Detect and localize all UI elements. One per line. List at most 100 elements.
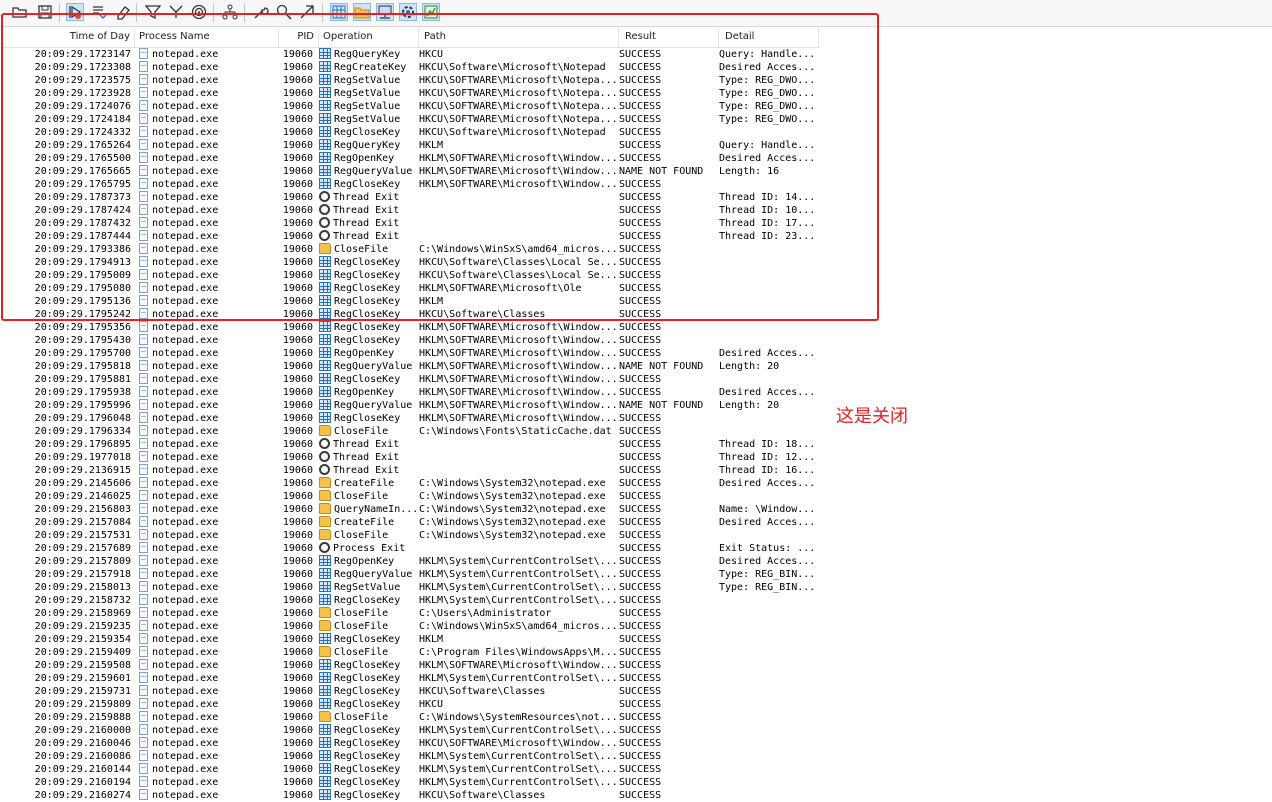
table-row[interactable]: 20:09:29.1795938 notepad.exe 19060 RegOpenK… [0, 386, 820, 399]
cell-result-text: SUCCESS [619, 205, 662, 216]
cell-result: NAME NOT FOUND [619, 165, 715, 178]
table-row[interactable]: 20:09:29.1795080 notepad.exe 19060 RegClose… [0, 282, 820, 295]
table-row[interactable]: 20:09:29.2160194 notepad.exe 19060 RegClose… [0, 776, 820, 789]
table-row[interactable]: 20:09:29.1723308 notepad.exe 19060 RegCreat… [0, 61, 820, 74]
notepad-process-icon [139, 152, 148, 163]
find-icon[interactable] [275, 3, 293, 21]
table-row[interactable]: 20:09:29.2159354 notepad.exe 19060 RegClose… [0, 633, 820, 646]
column-header-path[interactable]: Path [419, 27, 619, 47]
highlight-icon[interactable] [167, 3, 185, 21]
capture-icon[interactable] [66, 3, 84, 21]
table-row[interactable]: 20:09:29.1765264 notepad.exe 19060 RegQuery… [0, 139, 820, 152]
table-row[interactable]: 20:09:29.1765795 notepad.exe 19060 RegClose… [0, 178, 820, 191]
cell-operation-text: CloseFile [334, 491, 389, 502]
cell-detail-text: Desired Acces... [719, 478, 816, 489]
table-row[interactable]: 20:09:29.1795430 notepad.exe 19060 RegClose… [0, 334, 820, 347]
table-row[interactable]: 20:09:29.1795818 notepad.exe 19060 RegQuery… [0, 360, 820, 373]
column-header-pid[interactable]: PID [279, 27, 319, 47]
column-header-operation[interactable]: Operation [319, 27, 419, 47]
table-row[interactable]: 20:09:29.2157084 notepad.exe 19060 CreateFi… [0, 516, 820, 529]
table-row[interactable]: 20:09:29.2158732 notepad.exe 19060 RegClose… [0, 594, 820, 607]
table-row[interactable]: 20:09:29.1795996 notepad.exe 19060 RegQuery… [0, 399, 820, 412]
table-row[interactable]: 20:09:29.2158969 notepad.exe 19060 CloseFil… [0, 607, 820, 620]
table-row[interactable]: 20:09:29.1787373 notepad.exe 19060 Thread E… [0, 191, 820, 204]
table-row[interactable]: 20:09:29.2136915 notepad.exe 19060 Thread E… [0, 464, 820, 477]
table-row[interactable]: 20:09:29.1796334 notepad.exe 19060 CloseFil… [0, 425, 820, 438]
table-row[interactable]: 20:09:29.1723147 notepad.exe 19060 RegQuery… [0, 48, 820, 61]
save-icon[interactable] [36, 3, 54, 21]
cell-path: HKLM\System\CurrentControlSet\... [419, 581, 616, 594]
table-row[interactable]: 20:09:29.2160086 notepad.exe 19060 RegClose… [0, 750, 820, 763]
cell-result: SUCCESS [619, 152, 715, 165]
table-row[interactable]: 20:09:29.1765665 notepad.exe 19060 RegQuery… [0, 165, 820, 178]
open-folder-icon[interactable] [11, 3, 29, 21]
table-row[interactable]: 20:09:29.1724184 notepad.exe 19060 RegSetVa… [0, 113, 820, 126]
cell-path: HKLM\SOFTWARE\Microsoft\Window... [419, 360, 616, 373]
target-icon[interactable] [190, 3, 208, 21]
column-header-detail[interactable]: Detail [719, 27, 819, 47]
table-row[interactable]: 20:09:29.2145606 notepad.exe 19060 CreateFi… [0, 477, 820, 490]
table-row[interactable]: 20:09:29.1723928 notepad.exe 19060 RegSetVa… [0, 87, 820, 100]
table-row[interactable]: 20:09:29.1977018 notepad.exe 19060 Thread E… [0, 451, 820, 464]
table-row[interactable]: 20:09:29.2159601 notepad.exe 19060 RegClose… [0, 672, 820, 685]
table-row[interactable]: 20:09:29.1787424 notepad.exe 19060 Thread E… [0, 204, 820, 217]
table-row[interactable]: 20:09:29.1795356 notepad.exe 19060 RegClose… [0, 321, 820, 334]
column-header-process[interactable]: Process Name [135, 27, 279, 47]
table-row[interactable]: 20:09:29.1794913 notepad.exe 19060 RegClose… [0, 256, 820, 269]
table-row[interactable]: 20:09:29.2146025 notepad.exe 19060 CloseFil… [0, 490, 820, 503]
cell-result-text: SUCCESS [619, 218, 662, 229]
table-row[interactable]: 20:09:29.2159731 notepad.exe 19060 RegClose… [0, 685, 820, 698]
table-row[interactable]: 20:09:29.2159809 notepad.exe 19060 RegClose… [0, 698, 820, 711]
cell-time-text: 20:09:29.1765264 [34, 140, 131, 151]
cell-operation-text: RegCloseKey [334, 725, 401, 736]
table-row[interactable]: 20:09:29.1793386 notepad.exe 19060 CloseFil… [0, 243, 820, 256]
show-process-icon[interactable] [399, 3, 417, 21]
filter-icon[interactable] [144, 3, 162, 21]
properties-wrench-icon[interactable] [252, 3, 270, 21]
table-row[interactable]: 20:09:29.2159508 notepad.exe 19060 RegClose… [0, 659, 820, 672]
show-network-icon[interactable] [376, 3, 394, 21]
jump-icon[interactable] [298, 3, 316, 21]
table-row[interactable]: 20:09:29.1795700 notepad.exe 19060 RegOpenK… [0, 347, 820, 360]
table-row[interactable]: 20:09:29.2160000 notepad.exe 19060 RegClose… [0, 724, 820, 737]
table-row[interactable]: 20:09:29.1795136 notepad.exe 19060 RegClose… [0, 295, 820, 308]
cell-result-text: SUCCESS [619, 374, 662, 385]
table-row[interactable]: 20:09:29.2157809 notepad.exe 19060 RegOpenK… [0, 555, 820, 568]
table-row[interactable]: 20:09:29.1724076 notepad.exe 19060 RegSetVa… [0, 100, 820, 113]
show-filesystem-icon[interactable] [353, 3, 371, 21]
table-row[interactable]: 20:09:29.1795242 notepad.exe 19060 RegClose… [0, 308, 820, 321]
table-row[interactable]: 20:09:29.1796048 notepad.exe 19060 RegClose… [0, 412, 820, 425]
cell-process-text: notepad.exe [152, 49, 219, 60]
cell-process-text: notepad.exe [152, 439, 219, 450]
toolbar [0, 0, 1272, 27]
table-row[interactable]: 20:09:29.2160144 notepad.exe 19060 RegClose… [0, 763, 820, 776]
table-row[interactable]: 20:09:29.1795881 notepad.exe 19060 RegClose… [0, 373, 820, 386]
table-row[interactable]: 20:09:29.1765500 notepad.exe 19060 RegOpenK… [0, 152, 820, 165]
table-row[interactable]: 20:09:29.1796895 notepad.exe 19060 Thread E… [0, 438, 820, 451]
table-row[interactable]: 20:09:29.1787444 notepad.exe 19060 Thread E… [0, 230, 820, 243]
cell-path [419, 464, 616, 477]
process-tree-icon[interactable] [221, 3, 239, 21]
autoscroll-icon[interactable] [90, 3, 108, 21]
file-operation-icon [319, 477, 331, 488]
table-row[interactable]: 20:09:29.1795009 notepad.exe 19060 RegClose… [0, 269, 820, 282]
table-row[interactable]: 20:09:29.2157689 notepad.exe 19060 Process … [0, 542, 820, 555]
table-row[interactable]: 20:09:29.1723575 notepad.exe 19060 RegSetVa… [0, 74, 820, 87]
show-profiling-icon[interactable] [422, 3, 440, 21]
table-row[interactable]: 20:09:29.2159888 notepad.exe 19060 CloseFil… [0, 711, 820, 724]
table-row[interactable]: 20:09:29.2158013 notepad.exe 19060 RegSetVa… [0, 581, 820, 594]
column-header-result[interactable]: Result [619, 27, 719, 47]
table-row[interactable]: 20:09:29.2159235 notepad.exe 19060 CloseFil… [0, 620, 820, 633]
notepad-process-icon [139, 659, 148, 670]
clear-eraser-icon[interactable] [113, 3, 131, 21]
table-row[interactable]: 20:09:29.2160046 notepad.exe 19060 RegClose… [0, 737, 820, 750]
table-row[interactable]: 20:09:29.2156803 notepad.exe 19060 QueryNam… [0, 503, 820, 516]
table-row[interactable]: 20:09:29.1787432 notepad.exe 19060 Thread E… [0, 217, 820, 230]
table-row[interactable]: 20:09:29.2159409 notepad.exe 19060 CloseFil… [0, 646, 820, 659]
table-row[interactable]: 20:09:29.2160274 notepad.exe 19060 RegClose… [0, 789, 820, 802]
column-header-time[interactable]: Time of Day [0, 27, 135, 47]
show-registry-icon[interactable] [330, 3, 348, 21]
table-row[interactable]: 20:09:29.1724332 notepad.exe 19060 RegClose… [0, 126, 820, 139]
table-row[interactable]: 20:09:29.2157918 notepad.exe 19060 RegQuery… [0, 568, 820, 581]
table-row[interactable]: 20:09:29.2157531 notepad.exe 19060 CloseFil… [0, 529, 820, 542]
